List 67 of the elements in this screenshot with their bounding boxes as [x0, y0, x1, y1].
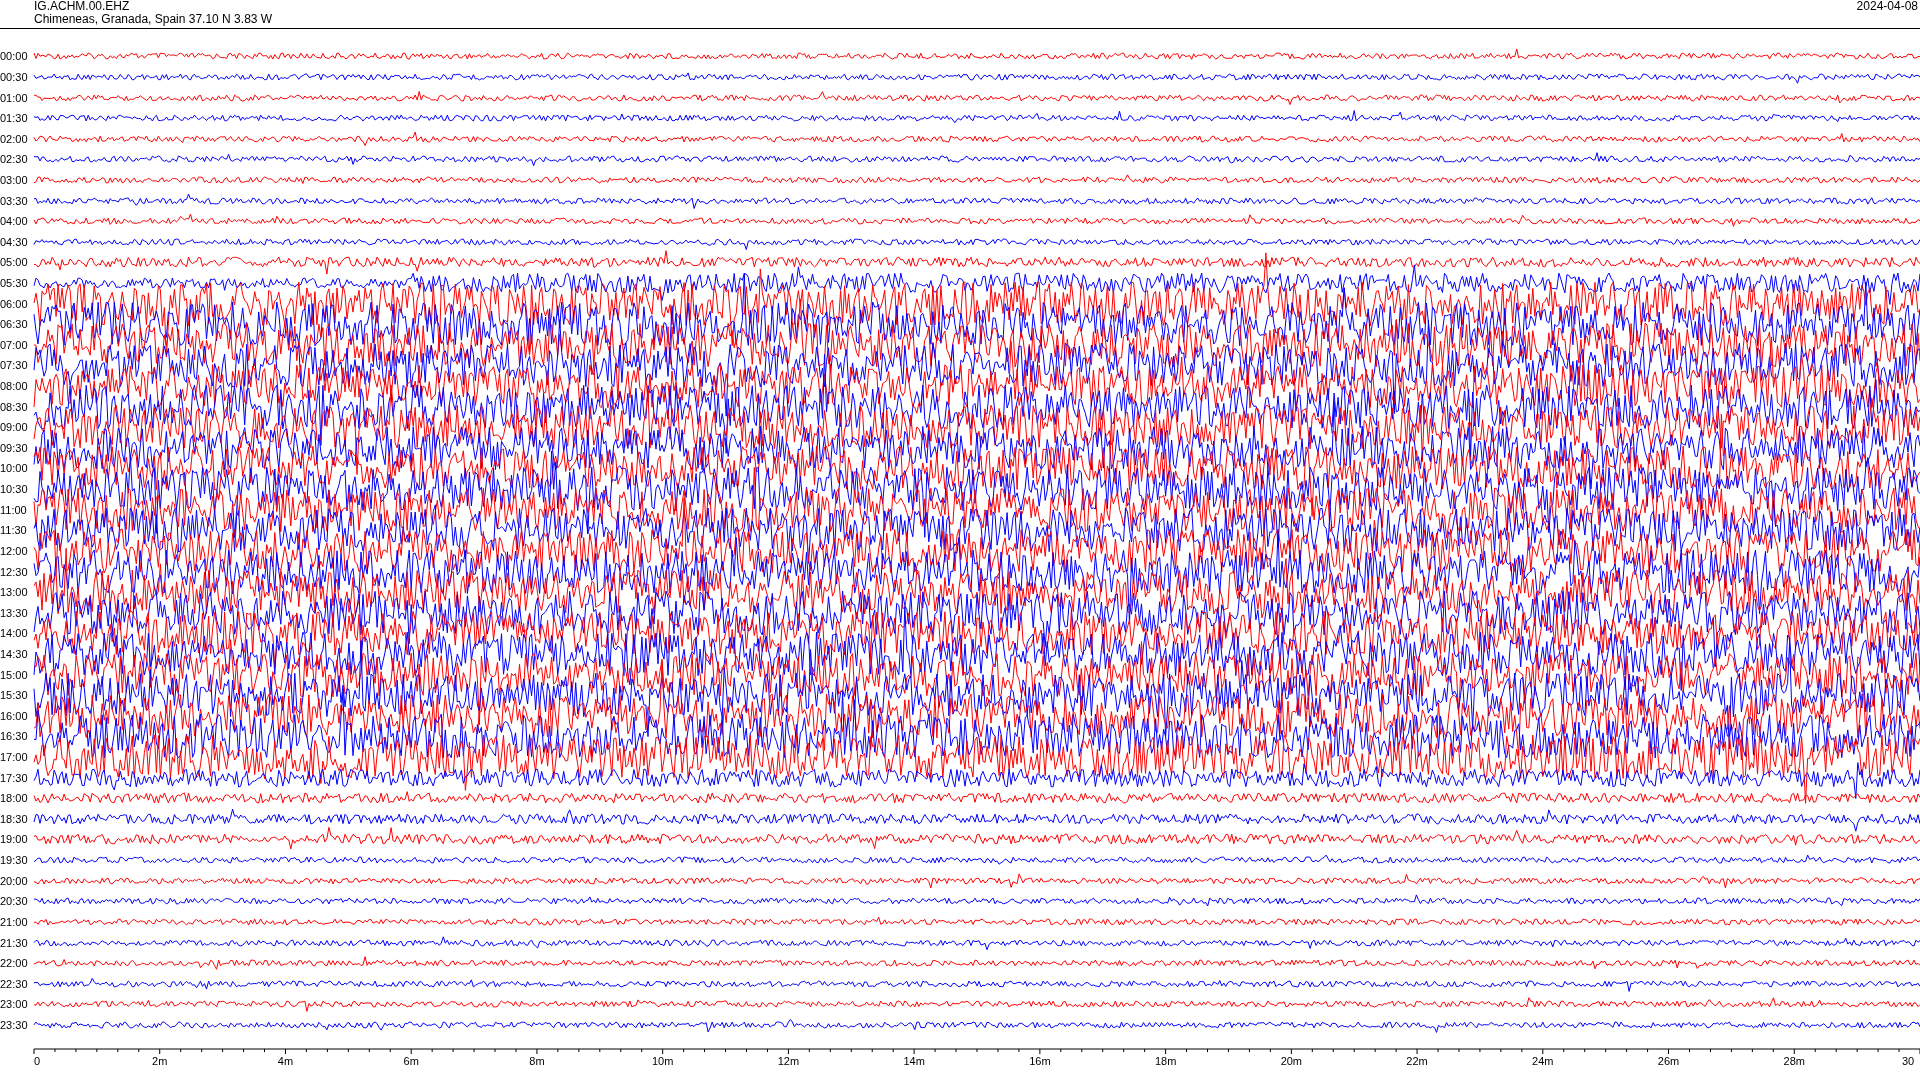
hour-label: 10:30 — [0, 483, 29, 496]
minute-label: 10m — [651, 1055, 674, 1068]
station-location: Chimeneas, Granada, Spain 37.10 N 3.83 W — [34, 13, 273, 26]
hour-label: 04:30 — [0, 235, 29, 248]
hour-label: 22:00 — [0, 957, 29, 970]
minute-label: 12m — [777, 1055, 800, 1068]
minute-label: 26m — [1657, 1055, 1680, 1068]
hour-label: 16:30 — [0, 730, 29, 743]
hour-label: 16:00 — [0, 709, 29, 722]
minute-label: 8m — [529, 1055, 545, 1068]
hour-label: 03:00 — [0, 173, 29, 186]
minute-label: 22m — [1406, 1055, 1428, 1068]
hour-label: 23:00 — [0, 998, 29, 1011]
hour-label: 04:00 — [0, 215, 29, 228]
hour-label: 13:00 — [0, 586, 29, 599]
hour-label: 08:30 — [0, 400, 29, 413]
record-date: 2024-04-08 — [1856, 0, 1919, 15]
hour-label: 13:30 — [0, 606, 29, 619]
hour-label: 09:30 — [0, 441, 29, 454]
minute-label: 14m — [903, 1055, 925, 1068]
hour-label: 08:00 — [0, 380, 29, 393]
hour-label: 22:30 — [0, 977, 29, 990]
minute-label: 28m — [1783, 1055, 1805, 1068]
hour-label: 18:30 — [0, 812, 29, 825]
hour-label: 01:30 — [0, 112, 29, 125]
hour-label: 17:00 — [0, 751, 29, 763]
minute-label: 6m — [403, 1055, 419, 1068]
hour-label: 12:00 — [0, 544, 29, 557]
hour-label: 06:30 — [0, 318, 29, 331]
hour-label: 18:00 — [0, 792, 29, 805]
minute-label: 2m — [152, 1055, 168, 1068]
hour-label: 05:30 — [0, 277, 29, 289]
hour-label: 09:00 — [0, 421, 29, 434]
minute-label: 18m — [1154, 1055, 1177, 1068]
hour-label: 11:00 — [0, 503, 28, 516]
station-code: IG.ACHM.00.EHZ — [34, 0, 131, 13]
hour-label: 20:00 — [0, 874, 29, 887]
hour-label: 14:30 — [0, 647, 29, 660]
hour-label: 07:00 — [0, 338, 29, 351]
hour-label: 00:00 — [0, 50, 29, 63]
minute-label: 0 — [34, 1055, 41, 1068]
hour-label: 02:30 — [0, 153, 29, 166]
hour-label: 06:00 — [0, 297, 29, 310]
hour-label: 19:00 — [0, 833, 29, 846]
hour-label: 20:30 — [0, 895, 29, 908]
hour-label: 05:00 — [0, 256, 29, 269]
hour-label: 12:30 — [0, 565, 29, 578]
minute-label: 24m — [1532, 1055, 1554, 1068]
minute-label: 4m — [277, 1055, 294, 1068]
hour-label: 10:00 — [0, 462, 29, 475]
hour-label: 14:00 — [0, 627, 29, 640]
minute-label: 16m — [1029, 1055, 1051, 1068]
hour-label: 23:30 — [0, 1018, 29, 1031]
hour-label: 01:00 — [0, 91, 29, 104]
hour-label: 19:30 — [0, 854, 29, 867]
hour-label: 03:30 — [0, 194, 29, 207]
hour-label: 15:00 — [0, 668, 29, 681]
hour-label: 21:00 — [0, 915, 29, 928]
hour-label: 11:30 — [0, 524, 28, 537]
hour-label: 21:30 — [0, 936, 29, 949]
hour-label: 17:30 — [0, 771, 29, 784]
hour-label: 15:30 — [0, 689, 29, 702]
hour-label: 00:30 — [0, 70, 29, 83]
hour-label: 07:30 — [0, 359, 29, 372]
hour-label: 02:00 — [0, 132, 29, 145]
minute-label: 20m — [1280, 1055, 1303, 1068]
minute-label: 30 — [1901, 1055, 1915, 1068]
